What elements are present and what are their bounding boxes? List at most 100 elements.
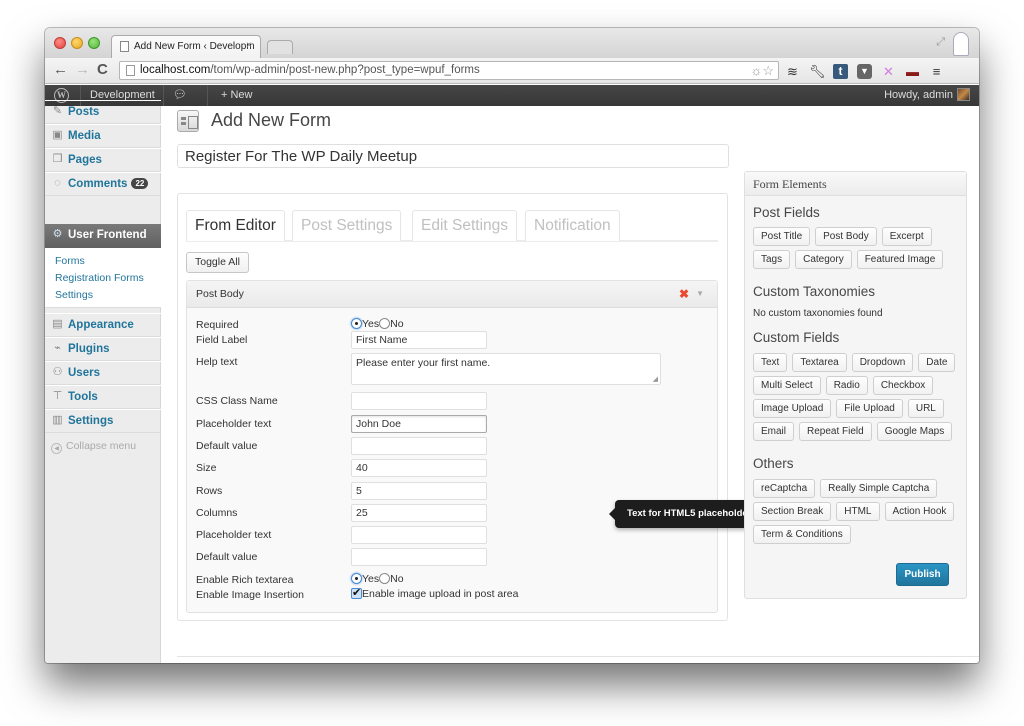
element-button[interactable]: Post Body bbox=[815, 227, 877, 246]
sidebar-item-label: Media bbox=[68, 130, 101, 142]
sidebar-item-pages[interactable]: ❒ Pages bbox=[45, 148, 161, 172]
menu-icon[interactable]: ≡ bbox=[929, 64, 944, 79]
wrench-icon[interactable]: 🔧︎ bbox=[809, 64, 826, 79]
element-button[interactable]: Dropdown bbox=[851, 353, 914, 372]
fullscreen-icon[interactable]: ⤢ bbox=[936, 36, 945, 49]
element-button[interactable]: Action Hook bbox=[884, 502, 955, 521]
field-panel-header[interactable]: Post Body ✖ ▼ bbox=[187, 281, 717, 308]
back-button[interactable]: ← bbox=[53, 62, 68, 78]
element-button[interactable]: HTML bbox=[836, 502, 880, 521]
element-button[interactable]: URL bbox=[907, 399, 944, 418]
element-button[interactable]: reCaptcha bbox=[753, 479, 816, 498]
css-class-input[interactable] bbox=[351, 392, 487, 410]
forward-button[interactable]: → bbox=[75, 62, 90, 78]
default-value-input-2[interactable] bbox=[351, 548, 487, 566]
address-bar[interactable]: localhost.com/tom/wp-admin/post-new.php?… bbox=[119, 61, 779, 80]
element-button[interactable]: Email bbox=[753, 422, 795, 441]
incognito-mask-icon[interactable]: ▬ bbox=[905, 64, 920, 79]
comments-link[interactable]: 💬︎ 22 bbox=[164, 85, 208, 122]
element-button[interactable]: Excerpt bbox=[881, 227, 932, 246]
element-button[interactable]: Post Title bbox=[753, 227, 811, 246]
element-button[interactable]: Google Maps bbox=[876, 422, 953, 441]
x-extension-icon[interactable]: ✕ bbox=[881, 64, 896, 79]
collapse-arrow-icon: ◀ bbox=[51, 443, 62, 454]
required-no-radio[interactable] bbox=[379, 318, 391, 329]
placeholder-input-2[interactable] bbox=[351, 526, 487, 544]
tab-notification[interactable]: Notification bbox=[525, 210, 620, 241]
custom-taxonomies-title: Custom Taxonomies bbox=[753, 284, 876, 299]
tab-edit-settings[interactable]: Edit Settings bbox=[412, 210, 518, 241]
close-window-button[interactable] bbox=[54, 37, 66, 49]
sidebar-item-plugins[interactable]: ⌁ Plugins bbox=[45, 337, 161, 361]
rich-textarea-yes-radio[interactable] bbox=[351, 573, 362, 584]
element-button[interactable]: Featured Image bbox=[856, 250, 944, 269]
required-yes-radio[interactable] bbox=[351, 318, 362, 329]
collapse-field-icon[interactable]: ▼ bbox=[696, 289, 704, 298]
element-button[interactable]: Section Break bbox=[753, 502, 832, 521]
extension-icons: ≋ 🔧︎ t ▼ ✕ ▬ ≡ bbox=[785, 62, 944, 80]
new-content-link[interactable]: + New bbox=[212, 85, 262, 106]
collapse-menu-button[interactable]: ◀ Collapse menu bbox=[51, 440, 136, 454]
submenu-forms[interactable]: Forms bbox=[55, 255, 85, 267]
sidebar-item-tools[interactable]: ⊤ Tools bbox=[45, 385, 161, 409]
image-insertion-checkbox[interactable] bbox=[351, 586, 362, 599]
radio-label: No bbox=[390, 318, 404, 330]
sidebar-item-user-frontend[interactable]: ⚙ User Frontend bbox=[45, 224, 170, 248]
sidebar-item-appearance[interactable]: ▤ Appearance bbox=[45, 313, 161, 337]
default-value-label-2: Default value bbox=[196, 551, 258, 563]
sidebar-item-label: Users bbox=[68, 367, 100, 379]
user-account-menu[interactable]: Howdy, admin bbox=[875, 85, 979, 106]
publish-button[interactable]: Publish bbox=[896, 563, 949, 586]
placeholder-input[interactable]: John Doe bbox=[351, 415, 487, 433]
profile-icon[interactable] bbox=[953, 32, 969, 56]
tab-post-settings[interactable]: Post Settings bbox=[292, 210, 402, 241]
custom-fields-row-4: Email Repeat Field Google Maps bbox=[753, 422, 953, 441]
sidebar-item-media[interactable]: ▣ Media bbox=[45, 124, 161, 148]
rows-input[interactable]: 5 bbox=[351, 482, 487, 500]
element-button[interactable]: Category bbox=[795, 250, 852, 269]
size-input[interactable]: 40 bbox=[351, 459, 487, 477]
buffer-icon[interactable]: ≋ bbox=[785, 64, 800, 79]
pushpin-icon: ✎ bbox=[52, 105, 63, 117]
help-text-textarea[interactable]: Please enter your first name. ◢ bbox=[351, 353, 661, 385]
bookmark-star-icon[interactable]: ☼☆ bbox=[750, 63, 774, 79]
element-button[interactable]: Radio bbox=[825, 376, 868, 395]
browser-tab[interactable]: Add New Form ‹ Developm × bbox=[111, 35, 261, 58]
reload-button[interactable]: C bbox=[97, 62, 108, 78]
sidebar-item-posts[interactable]: ✎ Posts bbox=[45, 100, 161, 124]
element-button[interactable]: Textarea bbox=[792, 353, 847, 372]
minimize-window-button[interactable] bbox=[71, 37, 83, 49]
columns-input[interactable]: 25 bbox=[351, 504, 487, 522]
element-button[interactable]: File Upload bbox=[836, 399, 903, 418]
sidebar-item-comments[interactable]: ◌ Comments 22 bbox=[45, 172, 161, 196]
radio-label: Yes bbox=[362, 318, 380, 330]
element-button[interactable]: Image Upload bbox=[753, 399, 832, 418]
toggle-all-button[interactable]: Toggle All bbox=[186, 252, 249, 273]
close-tab-icon[interactable]: × bbox=[246, 40, 252, 51]
element-button[interactable]: Term & Conditions bbox=[753, 525, 851, 544]
element-button[interactable]: Really Simple Captcha bbox=[820, 479, 938, 498]
sidebar-item-settings[interactable]: ▥ Settings bbox=[45, 409, 161, 433]
resize-grip-icon[interactable]: ◢ bbox=[653, 375, 658, 383]
submenu-registration-forms[interactable]: Registration Forms bbox=[55, 272, 144, 284]
form-title-input[interactable]: Register For The WP Daily Meetup bbox=[177, 144, 729, 168]
default-value-input[interactable] bbox=[351, 437, 487, 455]
element-button[interactable]: Date bbox=[918, 353, 956, 372]
pocket-icon[interactable]: ▼ bbox=[857, 63, 872, 79]
element-button[interactable]: Text bbox=[753, 353, 788, 372]
element-button[interactable]: Tags bbox=[753, 250, 791, 269]
tab-from-editor[interactable]: From Editor bbox=[186, 210, 285, 241]
element-button[interactable]: Multi Select bbox=[753, 376, 821, 395]
plugin-icon: ⌁ bbox=[54, 342, 61, 354]
sidebar-item-users[interactable]: ⚇ Users bbox=[45, 361, 161, 385]
remove-field-icon[interactable]: ✖ bbox=[679, 287, 689, 301]
tumblr-icon[interactable]: t bbox=[833, 63, 848, 79]
element-button[interactable]: Repeat Field bbox=[799, 422, 872, 441]
element-button[interactable]: Checkbox bbox=[872, 376, 934, 395]
zoom-window-button[interactable] bbox=[88, 37, 100, 49]
submenu-settings[interactable]: Settings bbox=[55, 289, 93, 301]
field-label-input[interactable]: First Name bbox=[351, 331, 487, 349]
rich-textarea-no-radio[interactable] bbox=[379, 573, 391, 584]
new-tab-button[interactable] bbox=[267, 40, 293, 54]
custom-fields-row-2: Multi Select Radio Checkbox bbox=[753, 376, 934, 395]
